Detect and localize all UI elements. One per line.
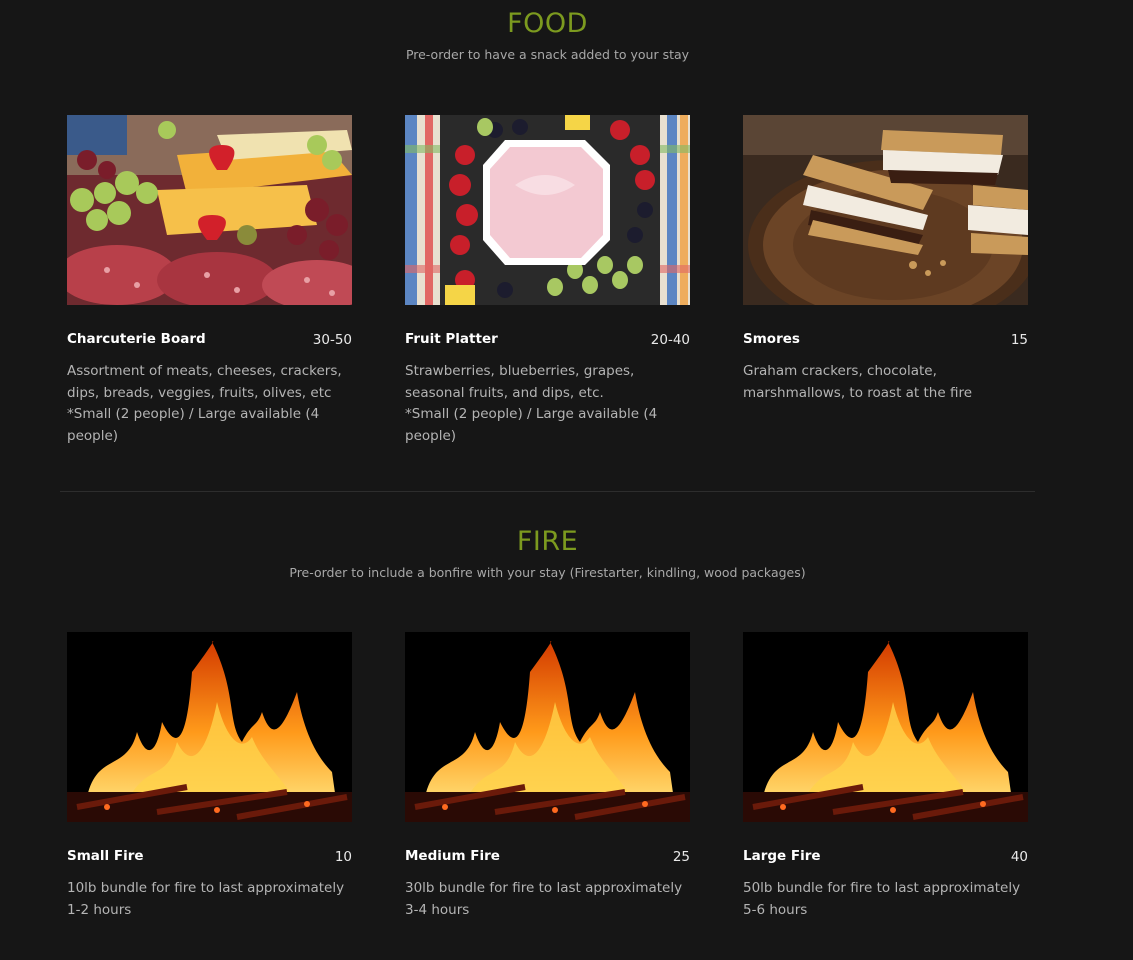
fire-section-title: FIRE [516,526,579,557]
item-description: 50lb bundle for fire to last approximate… [743,880,1021,918]
menu-card-large-fire: Large Fire 40 50lb bundle for fire to la… [743,632,1028,918]
small-fire-image [67,632,352,822]
menu-card-fruit-platter: Fruit Platter 20-40 Strawberries, bluebe… [405,115,690,444]
item-name: Medium Fire [405,848,500,864]
menu-card-smores: Smores 15 Graham crackers, chocolate, ma… [743,115,1028,401]
menu-card-small-fire: Small Fire 10 10lb bundle for fire to la… [67,632,352,918]
item-price: 25 [672,849,690,865]
medium-fire-image [405,632,690,822]
item-name: Smores [743,331,800,347]
item-price: 15 [1010,332,1028,348]
item-description: Graham crackers, chocolate, marshmallows… [743,363,973,401]
food-section-title: FOOD [507,8,588,39]
item-description: Strawberries, blueberries, grapes, seaso… [405,363,658,445]
item-name: Large Fire [743,848,821,864]
fruit-platter-image [405,115,690,305]
item-name: Fruit Platter [405,331,498,347]
menu-card-charcuterie-board: Charcuterie Board 30-50 Assortment of me… [67,115,352,444]
charcuterie-board-image [67,115,352,305]
item-description: Assortment of meats, cheeses, crackers, … [67,363,342,445]
item-description: 30lb bundle for fire to last approximate… [405,880,683,918]
section-divider [60,491,1035,492]
item-price: 20-40 [650,332,690,348]
fire-section-subtitle: Pre-order to include a bonfire with your… [289,565,806,580]
food-section-subtitle: Pre-order to have a snack added to your … [405,47,690,62]
menu-card-medium-fire: Medium Fire 25 30lb bundle for fire to l… [405,632,690,918]
item-name: Charcuterie Board [67,331,206,347]
item-price: 10 [334,849,352,865]
smores-image [743,115,1028,305]
item-price: 30-50 [312,332,352,348]
item-price: 40 [1010,849,1028,865]
item-name: Small Fire [67,848,144,864]
item-description: 10lb bundle for fire to last approximate… [67,880,345,918]
large-fire-image [743,632,1028,822]
